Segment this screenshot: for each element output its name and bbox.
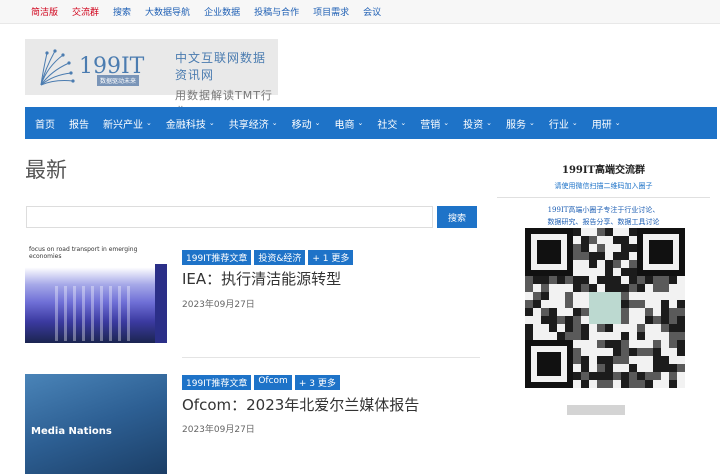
link-bigdata-nav[interactable]: 大数据导航 — [145, 5, 190, 18]
qr-caption-blurred — [567, 405, 625, 415]
article-date: 2023年09月27日 — [182, 425, 255, 435]
article-date: 2023年09月27日 — [182, 300, 255, 310]
article-title[interactable]: Ofcom：2023年北爱尔兰媒体报告 — [182, 394, 419, 415]
main-nav: 首页 报告 新兴产业 ⌄ 金融科技 ⌄ 共享经济 ⌄ 移动 ⌄ 电商 ⌄ 社交 ⌄ 营销 ⌄ … — [25, 107, 717, 139]
tag-badge[interactable]: 投资&经济 — [254, 250, 306, 265]
chevron-down-icon: ⌄ — [571, 119, 578, 127]
chevron-down-icon: ⌄ — [529, 119, 535, 127]
logo-tagline: 数据驱动未来 — [97, 75, 140, 86]
sidebar-heading: 199IT高端交流群 — [562, 165, 645, 176]
thumbnail-caption: Media Nations — [31, 426, 112, 437]
chevron-down-icon: ⌄ — [486, 119, 492, 127]
divider — [497, 197, 710, 198]
chevron-down-icon: ⌄ — [357, 119, 364, 127]
article-thumbnail[interactable]: focus on road transport in emerging econ… — [25, 246, 167, 346]
nav-item-services[interactable]: 服务 ⌄ — [506, 116, 535, 131]
tag-more-badge[interactable]: + 1 更多 — [308, 250, 354, 265]
link-group[interactable]: 交流群 — [72, 5, 99, 18]
chevron-down-icon: ⌄ — [614, 119, 621, 127]
chevron-down-icon: ⌄ — [443, 119, 450, 127]
qr-code-image — [525, 228, 685, 388]
chevron-down-icon: ⌄ — [314, 119, 321, 127]
search-button[interactable]: 搜索 — [437, 206, 477, 228]
nav-item-marketing[interactable]: 营销 ⌄ — [420, 116, 449, 131]
site-logo[interactable]: 199IT 数据驱动未来 中文互联网数据资讯网 用数据解读TMT行业 — [25, 39, 278, 118]
chevron-down-icon: ⌄ — [208, 119, 215, 127]
thumbnail-caption: focus on road transport in emerging econ… — [29, 246, 138, 260]
link-search[interactable]: 搜索 — [113, 5, 131, 18]
link-meetings[interactable]: 会议 — [363, 5, 381, 18]
link-simple-version[interactable]: 简洁版 — [31, 5, 58, 18]
top-links-bar: 简洁版 交流群 搜索 大数据导航 企业数据 投稿与合作 项目需求 会议 — [0, 0, 720, 24]
tag-more-badge[interactable]: + 3 更多 — [294, 375, 340, 390]
tag-badge[interactable]: 199IT推荐文章 — [182, 250, 252, 265]
article-tags: 199IT推荐文章 投资&经济 + 1 更多 — [182, 250, 354, 265]
nav-item-sharing[interactable]: 共享经济 ⌄ — [229, 116, 278, 131]
nav-item-social[interactable]: 社交 ⌄ — [377, 116, 406, 131]
chevron-down-icon: ⌄ — [271, 119, 278, 127]
sidebar-description: 199IT高端小圈子专注于行业讨论、 数据研究、报告分享、数据工具讨论 — [547, 206, 660, 226]
nav-item-investment[interactable]: 投资 ⌄ — [463, 116, 492, 131]
logo-dandelion-icon — [33, 45, 77, 89]
page-title: 最新 — [25, 158, 67, 182]
link-enterprise-data[interactable]: 企业数据 — [204, 5, 240, 18]
nav-item-industry[interactable]: 行业 ⌄ — [549, 116, 578, 131]
article-thumbnail[interactable]: Media Nations — [25, 374, 167, 474]
logo-slogan-line1: 中文互联网数据资讯网 — [175, 51, 267, 82]
sidebar-subheading: 请使用微信扫描二维码加入圈子 — [554, 182, 653, 190]
chevron-down-icon: ⌄ — [146, 119, 152, 127]
nav-item-fintech[interactable]: 金融科技 ⌄ — [166, 116, 215, 131]
nav-item-home[interactable]: 首页 — [35, 116, 55, 131]
article-tags: 199IT推荐文章 Ofcom + 3 更多 — [182, 375, 340, 390]
tag-badge[interactable]: Ofcom — [254, 375, 292, 390]
chevron-down-icon: ⌄ — [400, 119, 407, 127]
article-title[interactable]: IEA：执行清洁能源转型 — [182, 268, 341, 289]
divider — [182, 357, 480, 358]
nav-item-mobile[interactable]: 移动 ⌄ — [292, 116, 321, 131]
nav-item-reports[interactable]: 报告 — [69, 116, 89, 131]
search-input[interactable] — [26, 206, 433, 228]
link-projects[interactable]: 项目需求 — [313, 5, 349, 18]
nav-item-ecommerce[interactable]: 电商 ⌄ — [335, 116, 364, 131]
tag-badge[interactable]: 199IT推荐文章 — [182, 375, 252, 390]
header: 199IT 数据驱动未来 中文互联网数据资讯网 用数据解读TMT行业 — [0, 24, 720, 118]
sidebar-group-widget: 199IT高端交流群 请使用微信扫描二维码加入圈子 199IT高端小圈子专注于行… — [497, 150, 710, 415]
link-contribute[interactable]: 投稿与合作 — [254, 5, 299, 18]
nav-item-emerging[interactable]: 新兴产业 ⌄ — [103, 116, 152, 131]
nav-item-research[interactable]: 用研 ⌄ — [592, 116, 621, 131]
